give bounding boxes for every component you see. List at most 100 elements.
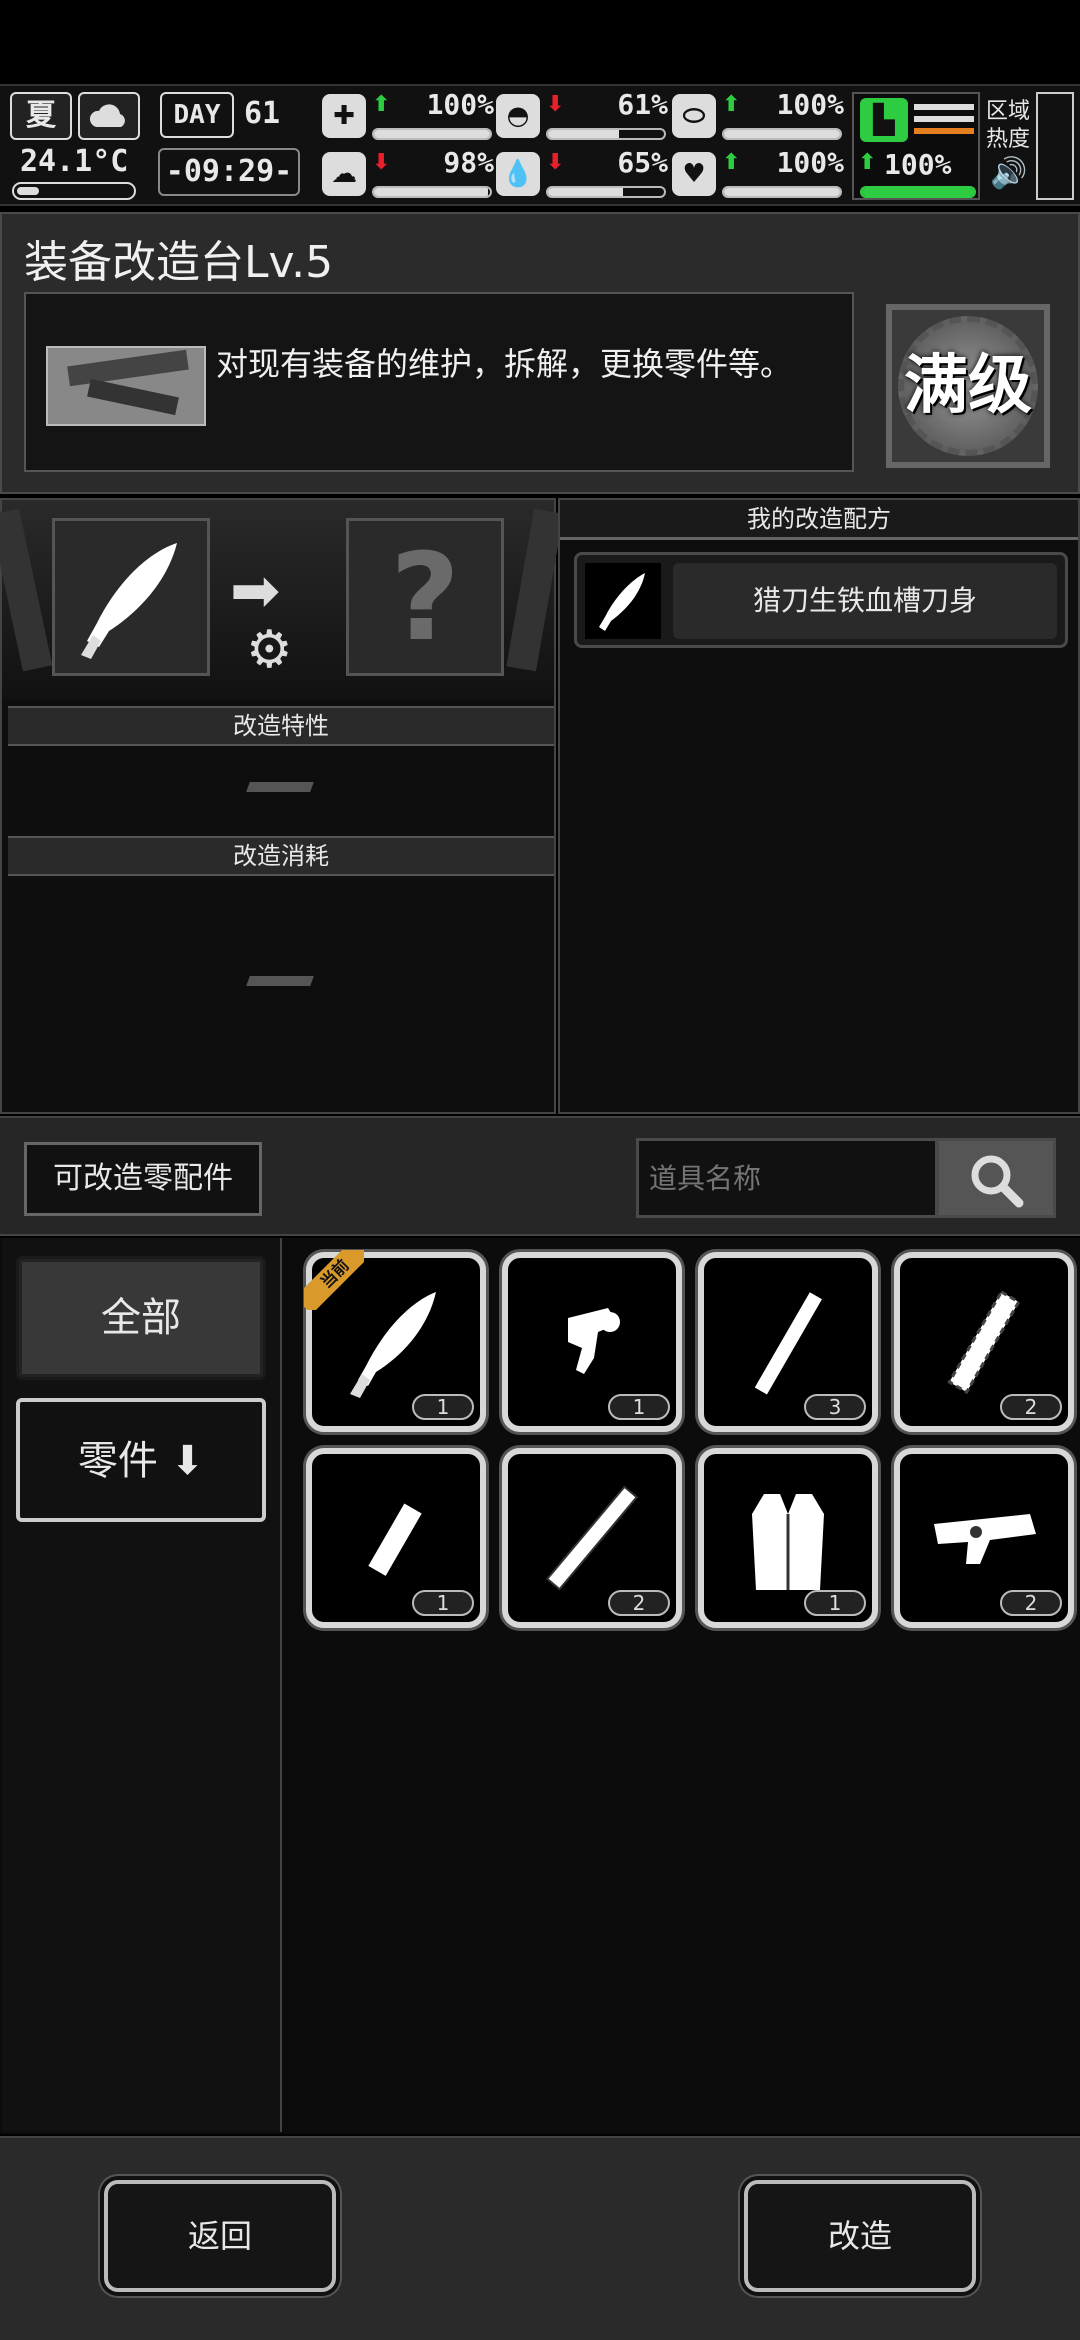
heart-icon: ♥ [672,152,716,196]
traits-header: 改造特性 [8,706,554,746]
arrow-down-icon: ⬇ [546,150,565,175]
health-bar-fill [374,130,490,138]
stamina-bar-fill [862,188,974,196]
hunger-value: 61% [617,88,668,121]
mood-value: 100% [776,146,844,179]
modify-button[interactable]: 改造 [744,2180,976,2292]
item-slot[interactable]: 2 [894,1252,1074,1432]
item-slot[interactable]: 1 [502,1252,682,1432]
station-title: 装备改造台Lv.5 [24,237,334,288]
hunger-bar [546,128,666,140]
thirst-bar-fill [548,188,624,196]
medicine-stat: ⬭ ⬆ 100% [672,88,848,144]
wrapped-handle-icon [947,1289,1021,1395]
sanity-bar-fill [374,188,488,196]
hunger-bar-fill [548,130,619,138]
sanity-value: 98% [443,146,494,179]
stamina-lines [914,104,974,140]
medicine-value: 100% [776,88,844,121]
parts-filter-bar: 可改造零配件 [0,1116,1080,1236]
item-slot[interactable]: 当前 1 [304,1250,486,1432]
station-header: 装备改造台Lv.5 对现有装备的维护，拆解，更换零件等。 满级 [0,212,1080,494]
gun-receiver-icon [934,1514,1036,1564]
arrow-up-icon: ⬆ [372,92,391,117]
max-level-label: 满级 [904,349,1032,423]
rod-icon [754,1292,822,1395]
item-slot[interactable]: 2 [894,1448,1074,1628]
thirst-value: 65% [617,146,668,179]
brain-icon: ☁ [322,152,366,196]
health-stat: ✚ ⬆ 100% [322,88,498,144]
health-bar [372,128,492,140]
modifiable-parts-button[interactable]: 可改造零配件 [24,1142,262,1216]
boot-icon: ▙ [860,98,908,142]
day-label: DAY [160,92,234,138]
recipe-panel: 我的改造配方 猎刀生铁血槽刀身 [558,498,1080,1114]
search-button[interactable] [936,1138,1056,1218]
sanity-stat: ☁ ⬇ 98% [322,146,498,202]
cost-empty-dash [246,976,314,986]
stamina-stat: ▙ ⬆ 100% [852,92,980,200]
search-input[interactable] [636,1138,938,1218]
robot-arm-decoration [506,508,564,672]
recipe-label: 猎刀生铁血槽刀身 [673,563,1057,639]
item-count: 1 [608,1394,670,1420]
item-slot[interactable]: 3 [698,1252,878,1432]
station-description: 对现有装备的维护，拆解，更换零件等。 [216,345,793,383]
max-level-badge: 满级 [886,304,1050,468]
stamina-bar [860,186,976,198]
item-search [636,1138,1056,1218]
zone-heat-label: 区域热度 [986,99,1031,152]
item-slot[interactable]: 1 [698,1448,878,1628]
question-mark-icon: ? [390,529,460,668]
arrow-up-icon: ⬆ [722,150,741,175]
cloud-icon [78,92,140,140]
item-slot[interactable]: 1 [306,1448,486,1628]
health-value: 100% [426,88,494,121]
mood-stat: ♥ ⬆ 100% [672,146,848,202]
medicine-bar [722,128,842,140]
gear-icon: ⚙ [246,620,293,680]
traits-empty-dash [246,782,314,792]
category-column: 全部 零件 ⬇ [2,1238,282,2132]
medicine-bar-fill [724,130,840,138]
vest-icon [752,1494,824,1590]
stamina-value: 100% [884,148,952,181]
inventory-area: 全部 零件 ⬇ 当前 1 1 3 2 1 2 1 2 [0,1238,1080,2134]
workbench-thumbnail [46,346,206,426]
result-equipment-slot: ? [346,518,504,676]
item-count: 2 [608,1590,670,1616]
arrow-down-icon: ⬇ [546,92,565,117]
category-all-tab[interactable]: 全部 [16,1256,266,1380]
season-badge: 夏 [10,92,72,140]
item-count: 3 [804,1394,866,1420]
carved-handle-icon [545,1485,639,1591]
source-equipment-slot[interactable] [52,518,210,676]
trigger-icon [568,1308,620,1374]
arrow-up-icon: ⬆ [858,150,877,175]
category-parts-tab[interactable]: 零件 ⬇ [16,1398,266,1522]
season-label: 夏 [26,98,56,133]
item-count: 1 [412,1590,474,1616]
status-bar: 夏 24.1°C DAY 61 -09:29- ✚ ⬆ 100% ◓ ⬇ 61%… [0,84,1080,206]
item-count: 1 [412,1394,474,1420]
thirst-bar [546,186,666,198]
modify-panel: ➡ ⚙ ? 改造特性 改造消耗 [0,498,564,1114]
blade-icon [585,563,661,639]
medkit-icon: ✚ [322,94,366,138]
sanity-bar [372,186,492,198]
arrow-right-icon: ➡ [230,556,281,626]
back-button[interactable]: 返回 [104,2180,336,2292]
item-slot[interactable]: 2 [502,1448,682,1628]
temperature-readout: 24.1°C [20,144,129,179]
item-count: 2 [1000,1590,1062,1616]
stomach-icon: ◓ [496,94,540,138]
recipe-header: 我的改造配方 [560,500,1078,540]
short-tube-icon [368,1503,422,1576]
knife-blade-icon [350,1292,436,1398]
recipe-item[interactable]: 猎刀生铁血槽刀身 [574,552,1068,648]
speaker-icon[interactable]: 🔊 [990,156,1027,191]
water-drop-icon: 💧 [496,152,540,196]
mood-bar-fill [724,188,840,196]
arrow-down-icon: ⬇ [372,150,391,175]
